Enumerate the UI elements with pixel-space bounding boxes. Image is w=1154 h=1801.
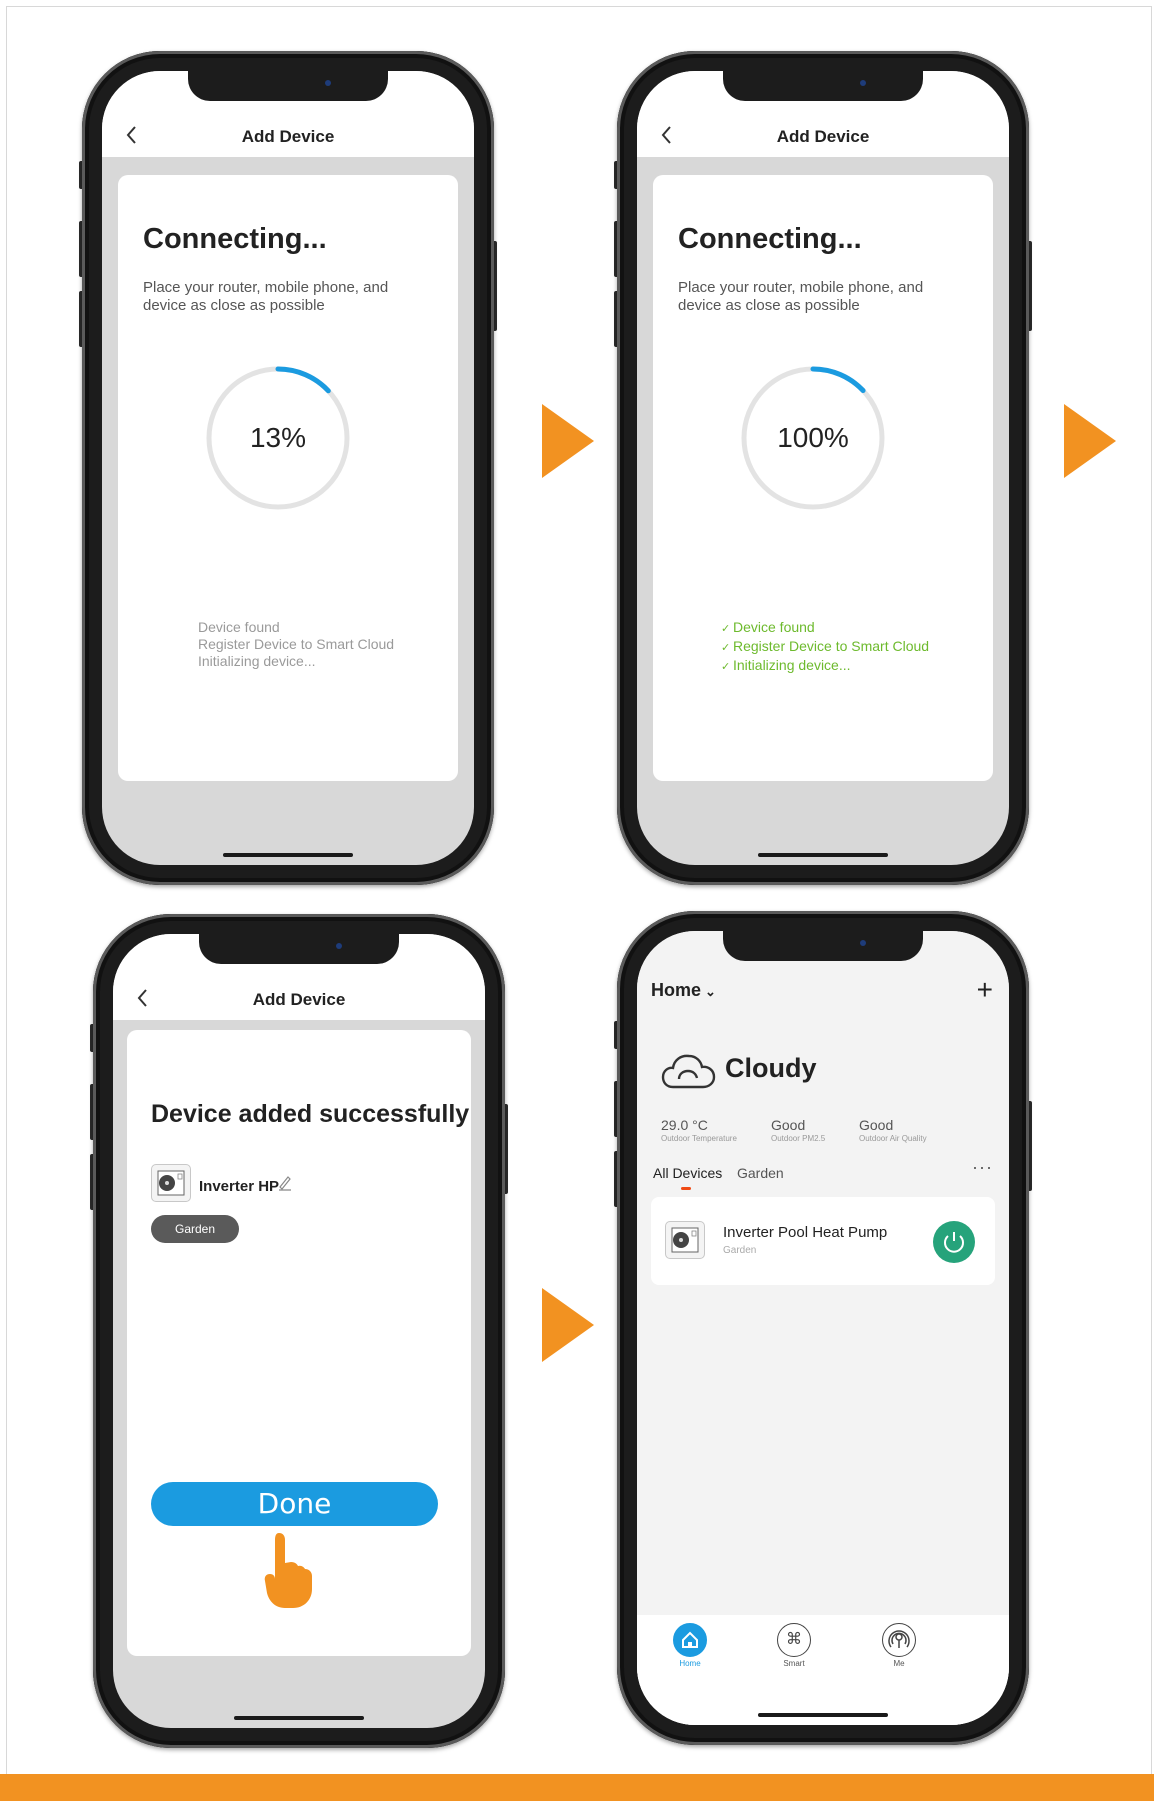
done-button[interactable]: Done [151,1482,438,1526]
weather-condition: Cloudy [725,1053,817,1083]
connecting-description: Place your router, mobile phone, and dev… [678,279,924,314]
device-card-name: Inverter Pool Heat Pump [723,1224,888,1241]
phone-screen: Add Device Connecting... Place your rout… [637,71,1009,865]
bottom-tab-bar: Home ⌘ Smart Me [637,1615,1009,1725]
check-icon: ✓ [721,642,731,654]
metric-label: Outdoor Air Quality [859,1134,927,1143]
home-icon [673,1623,707,1657]
nav-home[interactable]: Home [660,1623,720,1668]
home-indicator [758,1713,888,1717]
me-icon [882,1623,916,1657]
pencil-icon[interactable] [277,1173,293,1191]
plus-icon[interactable]: + [977,976,993,1004]
arrow-right-icon [542,1288,594,1362]
power-button[interactable] [933,1221,975,1263]
arrow-right-icon [1064,404,1116,478]
home-screen: Home ⌄ + Cloudy 29.0 °C Outdoor Temperatu… [637,931,1009,1725]
home-label: Home [651,980,702,1000]
home-indicator [234,1716,364,1720]
phone-screen: Home ⌄ + Cloudy 29.0 °C Outdoor Temperatu… [637,931,1009,1725]
home-indicator [223,853,353,857]
connecting-card: Connecting... Place your router, mobile … [118,175,458,781]
step-initializing: Initializing device... [198,653,316,669]
tab-indicator [681,1187,691,1190]
metric-temperature: 29.0 °C Outdoor Temperature [661,1117,737,1143]
phone-screen: Add Device Device added successfully Inv… [113,934,485,1728]
nav-smart[interactable]: ⌘ Smart [764,1623,824,1668]
nav-me[interactable]: Me [869,1623,929,1668]
device-card-room: Garden [723,1245,757,1256]
step-register: Register Device to Smart Cloud [733,638,930,654]
connecting-heading: Connecting... [143,223,327,255]
device-card[interactable]: Inverter Pool Heat Pump Garden [651,1197,995,1285]
room-tag[interactable]: Garden [151,1215,239,1243]
phone-connecting-100: Add Device Connecting... Place your rout… [614,51,1032,885]
metric-value: 29.0 °C [661,1117,708,1133]
success-card: Device added successfully Inverter HP Ga… [127,1030,471,1656]
connection-steps: Device found Register Device to Smart Cl… [198,619,394,670]
connection-steps: ✓ Device found ✓ Register Device to Smart … [721,619,929,676]
metric-label: Outdoor Temperature [661,1134,737,1143]
nav-smart-label: Smart [783,1659,805,1668]
check-icon: ✓ [721,623,731,635]
hand-pointer-icon [264,1533,312,1608]
step-initializing: Initializing device... [733,657,851,673]
metric-value: Good [859,1117,894,1133]
phone-connecting-13: Add Device Connecting... Place your rout… [79,51,497,885]
phone-device-added: Add Device Device added successfully Inv… [90,914,508,1748]
nav-home-label: Home [679,1659,701,1668]
connecting-description: Place your router, mobile phone, and dev… [143,279,389,314]
home-selector[interactable]: Home ⌄ [651,980,716,1001]
nav-me-label: Me [893,1659,905,1668]
step-register: Register Device to Smart Cloud [198,636,395,652]
page-title: Add Device [241,127,335,146]
step-device-found: Device found [733,619,815,635]
tab-all-devices[interactable]: All Devices [653,1165,722,1181]
metric-air-quality: Good Outdoor Air Quality [859,1117,927,1143]
phone-screen: Add Device Connecting... Place your rout… [102,71,474,865]
device-name: Inverter HP [199,1178,280,1195]
metric-pm25: Good Outdoor PM2.5 [771,1117,825,1143]
tab-garden[interactable]: Garden [737,1165,784,1181]
check-icon: ✓ [721,661,731,673]
cloud-icon [661,1054,716,1089]
connecting-card: Connecting... Place your router, mobile … [653,175,993,781]
phone-home: Home ⌄ + Cloudy 29.0 °C Outdoor Temperatu… [614,911,1032,1745]
page-title: Add Device [776,127,870,146]
heat-pump-icon [665,1221,705,1259]
connecting-heading: Connecting... [678,223,862,255]
progress-percent: 13% [249,422,307,453]
metric-label: Outdoor PM2.5 [771,1134,826,1143]
chevron-down-icon: ⌄ [705,984,716,999]
progress-percent: 100% [777,422,849,453]
more-icon[interactable]: ··· [972,1157,993,1178]
power-icon [944,1232,964,1253]
step-device-found: Device found [198,619,280,635]
footer-bar [0,1774,1154,1801]
success-heading: Device added successfully [151,1100,470,1128]
home-indicator [758,853,888,857]
smart-icon: ⌘ [777,1623,811,1657]
arrow-right-icon [542,404,594,478]
heat-pump-icon [151,1164,191,1202]
page-title: Add Device [252,990,346,1009]
metric-value: Good [771,1117,806,1133]
